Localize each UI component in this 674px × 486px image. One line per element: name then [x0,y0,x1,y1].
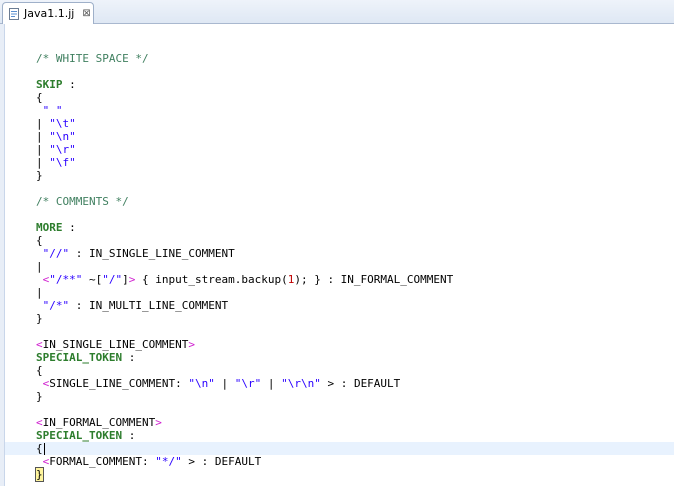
string-literal: "*/" [155,455,182,468]
code-line: <SINGLE_LINE_COMMENT: "\n" | "\r" | "\r\… [36,377,401,390]
code-line: { [36,234,43,247]
angle-bracket: < [36,416,43,429]
code-line: } [36,390,43,403]
string-literal: "/" [102,273,123,286]
string-literal: "//" [42,247,70,260]
string-literal: "\r" [49,143,76,156]
text-caret [43,443,45,455]
string-literal: "\t" [49,117,76,130]
string-literal: "\r" [234,377,262,390]
angle-bracket: > [155,416,162,429]
string-literal: "\f" [49,156,76,169]
code-text: ); } : IN_FORMAL_COMMENT [294,273,454,286]
code-text: | [36,286,43,299]
angle-bracket: < [36,338,43,351]
tab-title: Java1.1.jj [24,7,75,20]
code-text: ~[ [82,273,103,286]
close-icon[interactable]: ⊠ [82,8,90,19]
code-text: : IN_MULTI_LINE_COMMENT [69,299,229,312]
code-line: <"/**" ~["/"]> { input_stream.backup(1);… [36,273,454,286]
matching-bracket: } [35,467,44,482]
code-line: MORE : [36,221,76,234]
keyword: MORE [36,221,63,234]
string-literal: "\r\n" [281,377,321,390]
code-line: | "\r" [36,143,76,156]
code-line: } [35,467,44,482]
code-line: } [36,169,43,182]
string-literal: "\n" [49,130,76,143]
keyword: SKIP [36,78,63,91]
code-text: | [36,130,43,143]
code-text: : [62,221,76,234]
code-text: ] [122,273,129,286]
code-text: { [36,364,43,377]
code-line: { [36,364,43,377]
code-line: | "\f" [36,156,76,169]
code-text: } [36,169,43,182]
string-literal: " " [42,104,63,117]
code-line: "/*" : IN_MULTI_LINE_COMMENT [36,299,228,312]
code-text: { [36,442,43,455]
tab-java1-1-jj[interactable]: Java1.1.jj ⊠ [2,2,94,24]
code-text: : [122,429,136,442]
keyword: SPECIAL_TOKEN [36,429,123,442]
code-text: { [36,91,43,104]
string-literal: "/**" [49,273,83,286]
file-icon [8,7,20,20]
code-line: SPECIAL_TOKEN : [36,351,135,364]
lexical-state: IN_SINGLE_LINE_COMMENT [42,338,189,351]
code-text: | [36,143,43,156]
token-name: FORMAL_COMMENT: [49,455,156,468]
editor-tab-bar: Java1.1.jj ⊠ [0,0,674,24]
code-line: } [36,312,43,325]
code-text: | [214,377,235,390]
lexical-state: IN_FORMAL_COMMENT [42,416,156,429]
code-line: <FORMAL_COMMENT: "*/" > : DEFAULT [36,455,262,468]
comment: /* COMMENTS */ [36,195,129,208]
vertical-ruler [0,24,5,486]
code-line: /* COMMENTS */ [36,195,129,208]
string-literal: "\n" [188,377,215,390]
angle-bracket: > [188,338,195,351]
code-line: | "\t" [36,117,76,130]
code-text: | [36,156,43,169]
code-line: { [36,442,45,455]
code-text: > : DEFAULT [181,455,262,468]
comment: /* WHITE SPACE */ [36,52,149,65]
code-line: "//" : IN_SINGLE_LINE_COMMENT [36,247,235,260]
code-line: | [36,260,43,273]
code-text: { [36,234,43,247]
code-text: | [36,117,43,130]
string-literal: "/*" [42,299,70,312]
code-text: : [62,78,76,91]
keyword: SPECIAL_TOKEN [36,351,123,364]
code-line: SPECIAL_TOKEN : [36,429,135,442]
code-editor[interactable]: /* WHITE SPACE */ SKIP : { " " | "\t" | … [0,24,674,486]
code-text: : IN_SINGLE_LINE_COMMENT [69,247,235,260]
code-line: <IN_SINGLE_LINE_COMMENT> [36,338,195,351]
code-line: | "\n" [36,130,76,143]
code-text: { input_stream.backup( [135,273,288,286]
code-line: /* WHITE SPACE */ [36,52,149,65]
code-text: } [36,312,43,325]
code-line: SKIP : [36,78,76,91]
code-line: { [36,91,43,104]
code-line: " " [36,104,63,117]
current-line-highlight [5,442,674,455]
code-line: | [36,286,43,299]
code-text: > : DEFAULT [320,377,401,390]
token-name: SINGLE_LINE_COMMENT: [49,377,189,390]
code-text: | [261,377,282,390]
code-text: : [122,351,136,364]
code-text: | [36,260,43,273]
code-line: <IN_FORMAL_COMMENT> [36,416,162,429]
code-text: } [36,390,43,403]
